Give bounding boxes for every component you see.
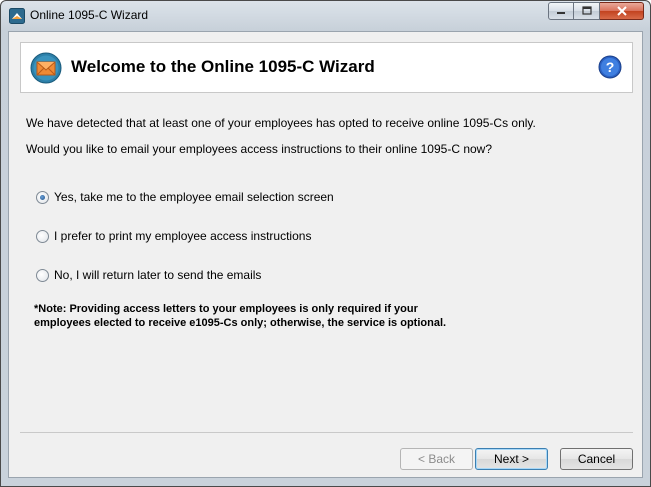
option-label: I prefer to print my employee access ins… <box>54 229 312 243</box>
cancel-button[interactable]: Cancel <box>560 448 633 470</box>
maximize-button[interactable] <box>574 2 600 20</box>
option-label: Yes, take me to the employee email selec… <box>54 190 334 204</box>
detected-message: We have detected that at least one of yo… <box>26 116 536 130</box>
email-envelope-icon <box>30 52 62 84</box>
note-line-2: employees elected to receive e1095-Cs on… <box>34 317 447 329</box>
option-print-instructions[interactable]: I prefer to print my employee access ins… <box>36 229 311 243</box>
radio-button[interactable] <box>36 190 49 204</box>
option-label: No, I will return later to send the emai… <box>54 268 262 282</box>
radio-button[interactable] <box>36 268 49 282</box>
option-return-later[interactable]: No, I will return later to send the emai… <box>36 268 261 282</box>
note-text: *Note: Providing access letters to your … <box>34 302 534 330</box>
help-icon[interactable]: ? <box>598 55 622 79</box>
app-icon <box>9 8 25 24</box>
svg-text:?: ? <box>606 59 615 75</box>
window-controls <box>548 2 644 21</box>
question-message: Would you like to email your employees a… <box>26 142 493 156</box>
dialog-client-area: Welcome to the Online 1095-C Wizard ? We… <box>8 31 643 478</box>
back-button[interactable]: < Back <box>400 448 473 470</box>
wizard-header: Welcome to the Online 1095-C Wizard ? <box>20 42 633 93</box>
maximize-icon <box>581 6 592 15</box>
option-email-selection[interactable]: Yes, take me to the employee email selec… <box>36 190 334 204</box>
minimize-icon <box>557 12 565 14</box>
close-icon <box>616 6 627 16</box>
note-line-1: *Note: Providing access letters to your … <box>34 303 418 315</box>
wizard-window: Online 1095-C Wizard Welcome to the Onli… <box>0 0 651 487</box>
window-title: Online 1095-C Wizard <box>30 8 149 22</box>
close-button[interactable] <box>600 2 644 20</box>
radio-button[interactable] <box>36 229 49 243</box>
title-bar[interactable]: Online 1095-C Wizard <box>1 1 650 31</box>
footer-divider <box>20 432 633 433</box>
next-button[interactable]: Next > <box>475 448 548 470</box>
page-title: Welcome to the Online 1095-C Wizard <box>71 57 375 76</box>
minimize-button[interactable] <box>548 2 574 20</box>
